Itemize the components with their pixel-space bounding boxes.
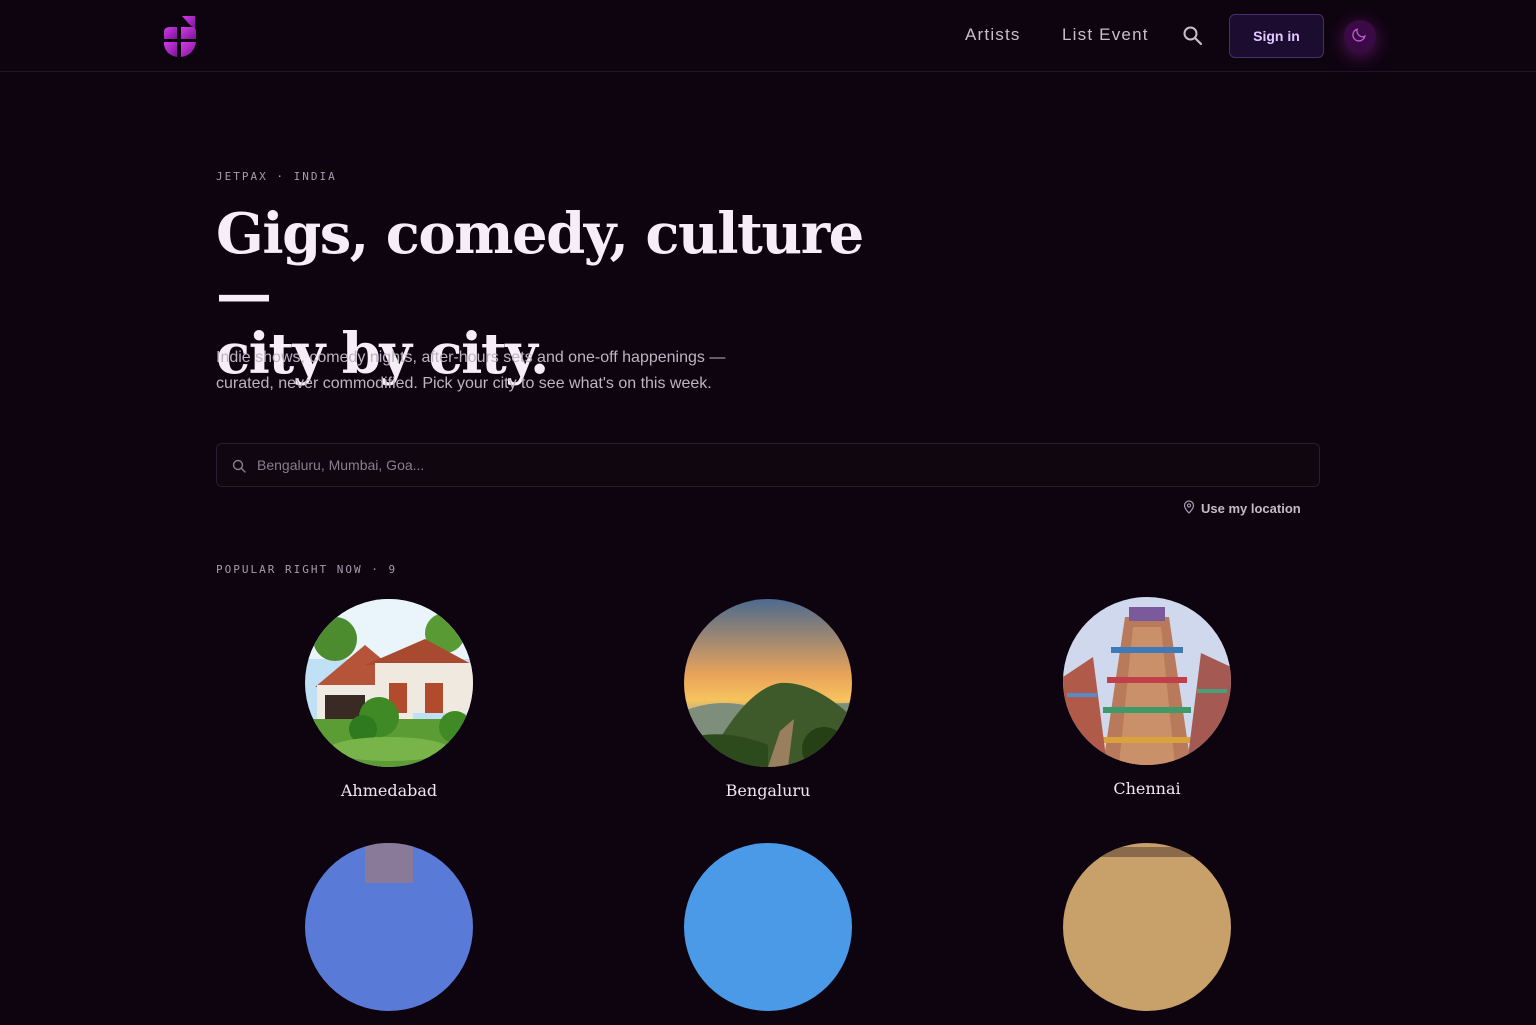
city-name: Bengaluru bbox=[725, 781, 811, 800]
city-image-5 bbox=[684, 843, 852, 1011]
popular-section-label: POPULAR RIGHT NOW · 9 bbox=[216, 563, 398, 576]
use-my-location-label: Use my location bbox=[1201, 501, 1301, 516]
city-card-bengaluru[interactable]: Bengaluru bbox=[648, 599, 888, 800]
city-search-input[interactable] bbox=[257, 444, 1297, 486]
moon-icon bbox=[1352, 26, 1368, 47]
use-my-location-button[interactable]: Use my location bbox=[1183, 500, 1301, 517]
city-image-bengaluru bbox=[684, 599, 852, 767]
city-image-4 bbox=[305, 843, 473, 1011]
hero-subtitle: Indie shows, comedy nights, after-hours … bbox=[216, 345, 796, 397]
city-image-ahmedabad bbox=[305, 599, 473, 767]
search-icon[interactable] bbox=[1182, 25, 1204, 47]
subtitle-line-1: Indie shows, comedy nights, after-hours … bbox=[216, 349, 726, 366]
city-card-5[interactable] bbox=[648, 843, 888, 1025]
subtitle-line-2: curated, never commodified. Pick your ci… bbox=[216, 375, 712, 392]
jetpax-logo[interactable] bbox=[162, 15, 198, 59]
city-image-6 bbox=[1063, 843, 1231, 1011]
nav-artists[interactable]: Artists bbox=[965, 25, 1021, 45]
search-icon bbox=[232, 459, 246, 473]
city-name: Chennai bbox=[1113, 779, 1181, 798]
headline-line-1: Gigs, comedy, culture — bbox=[216, 201, 864, 327]
theme-toggle[interactable] bbox=[1344, 20, 1376, 52]
city-search[interactable] bbox=[216, 443, 1320, 487]
city-image-chennai bbox=[1063, 597, 1231, 765]
hero-eyebrow: JETPAX · INDIA bbox=[216, 170, 337, 183]
city-card-4[interactable] bbox=[269, 843, 509, 1025]
sign-in-button[interactable]: Sign in bbox=[1229, 14, 1324, 58]
city-card-6[interactable] bbox=[1027, 843, 1267, 1025]
top-nav: Artists List Event Sign in bbox=[0, 0, 1536, 72]
city-name: Ahmedabad bbox=[340, 781, 438, 800]
location-pin-icon bbox=[1183, 500, 1195, 517]
city-card-ahmedabad[interactable]: Ahmedabad bbox=[269, 599, 509, 800]
nav-list-event[interactable]: List Event bbox=[1062, 25, 1149, 45]
city-card-chennai[interactable]: Chennai bbox=[1027, 597, 1267, 798]
